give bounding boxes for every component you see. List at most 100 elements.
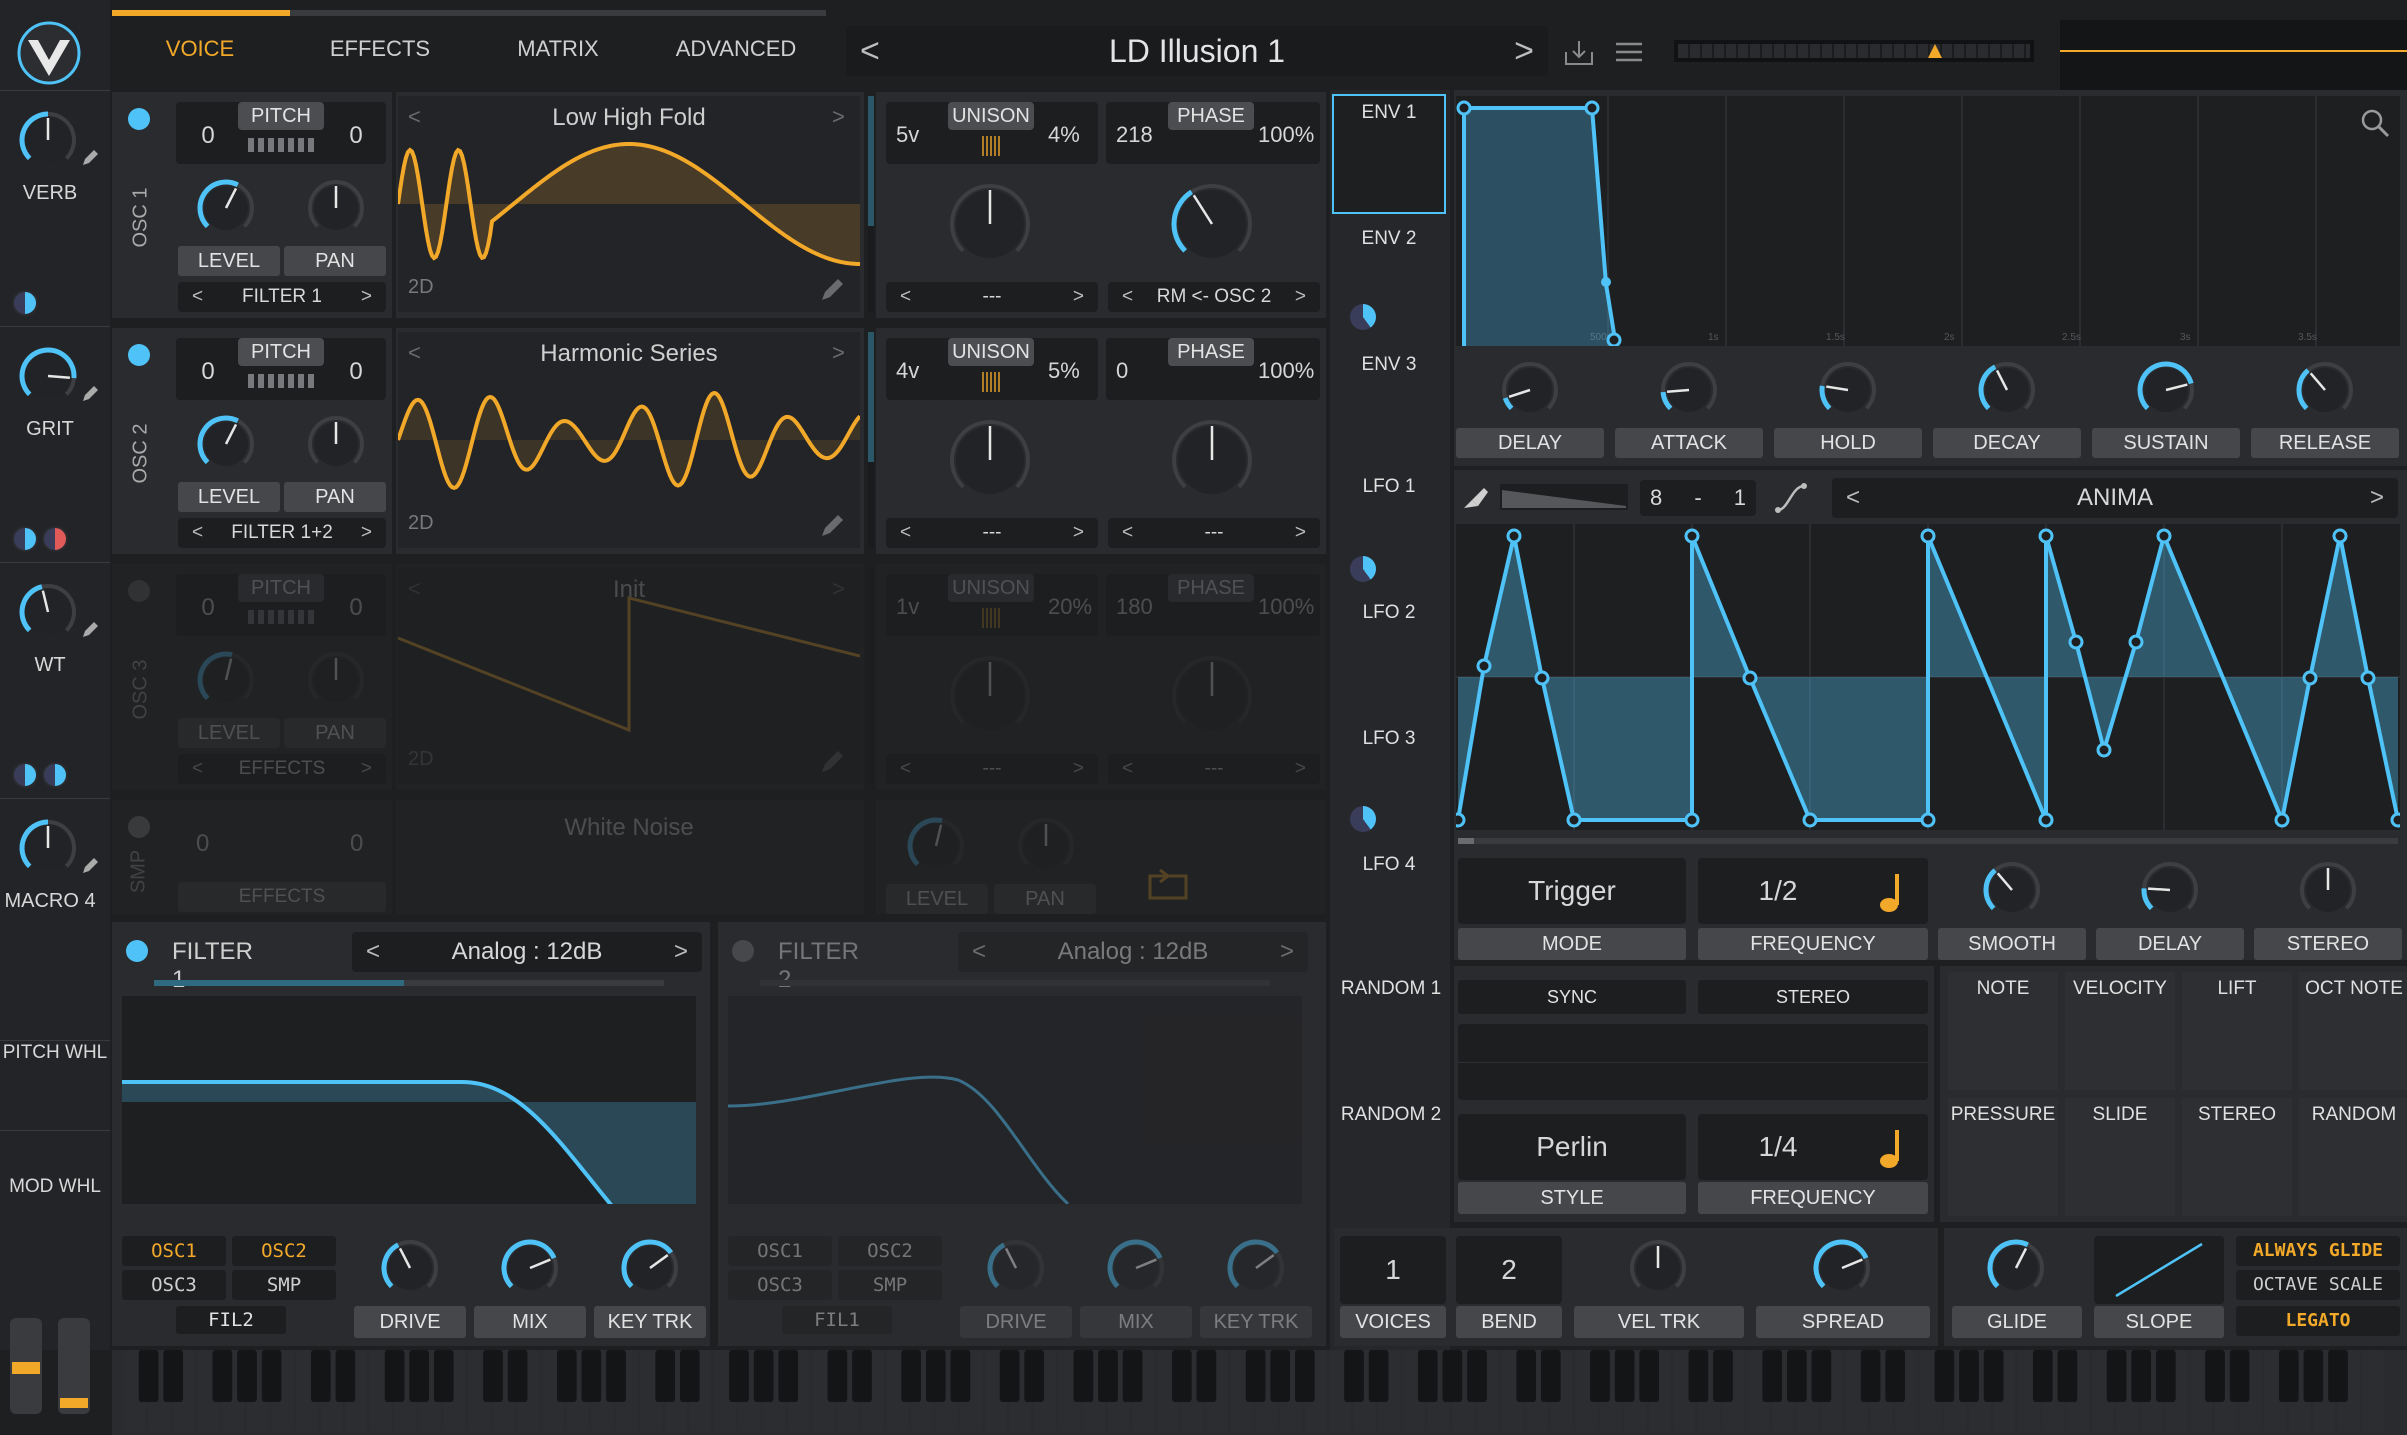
tab-voice[interactable]: VOICE xyxy=(110,36,290,62)
lfo-grid-y[interactable]: 1 xyxy=(1734,485,1746,511)
osc2-pan-label[interactable]: PAN xyxy=(284,482,386,512)
osc3-unison-detune-knob[interactable] xyxy=(946,652,1034,740)
vel-track-label[interactable]: VEL TRK xyxy=(1574,1306,1744,1338)
osc3-tune-value[interactable]: 0 xyxy=(338,594,374,622)
next-arrow[interactable]: > xyxy=(361,758,372,780)
filter1-keytrk-knob[interactable] xyxy=(618,1236,682,1300)
lfo-shape-selector[interactable]: < ANIMA > xyxy=(1832,478,2398,518)
filter1-keytrk-label[interactable]: KEY TRK xyxy=(594,1306,706,1338)
osc2-unison-detune-knob[interactable] xyxy=(946,416,1034,504)
filter1-response-display[interactable] xyxy=(122,996,696,1204)
smp-sample-name[interactable]: White Noise xyxy=(398,814,860,842)
filter1-source-osc1[interactable]: OSC1 xyxy=(122,1236,226,1266)
filter2-keytrk-knob[interactable] xyxy=(1224,1236,1288,1300)
spread-label[interactable]: SPREAD xyxy=(1756,1306,1930,1338)
osc2-distortion-selector[interactable]: < --- > xyxy=(1108,518,1320,548)
env-release-knob[interactable] xyxy=(2293,358,2357,422)
random-style-display[interactable]: Perlin xyxy=(1458,1114,1686,1180)
osc1-phase-knob[interactable] xyxy=(1168,180,1256,268)
filter1-drive-knob[interactable] xyxy=(378,1236,442,1300)
env-attack-label[interactable]: ATTACK xyxy=(1615,428,1763,458)
osc1-unison-detune-knob[interactable] xyxy=(946,180,1034,268)
osc2-unison-detune[interactable]: 5% xyxy=(1048,358,1080,384)
edit-pencil-icon[interactable] xyxy=(80,148,100,168)
osc2-phase-value[interactable]: 0 xyxy=(1116,358,1128,384)
lfo-smooth-label[interactable]: SMOOTH xyxy=(1938,928,2086,960)
smp-level-label[interactable]: LEVEL xyxy=(886,884,988,914)
smp-power-toggle[interactable] xyxy=(128,816,150,838)
tab-effects[interactable]: EFFECTS xyxy=(290,36,470,62)
osc1-unison-voices[interactable]: 5v xyxy=(896,122,919,148)
filter2-mix-knob[interactable] xyxy=(1104,1236,1168,1300)
env-delay-knob[interactable] xyxy=(1498,358,1562,422)
osc1-transpose-value[interactable]: 0 xyxy=(190,122,226,150)
filter1-mix-label[interactable]: MIX xyxy=(474,1306,586,1338)
prev-arrow[interactable]: < xyxy=(1122,286,1133,308)
prev-arrow[interactable]: < xyxy=(366,938,380,966)
osc2-level-label[interactable]: LEVEL xyxy=(178,482,280,512)
smp-pan-label[interactable]: PAN xyxy=(994,884,1096,914)
prev-arrow[interactable]: < xyxy=(192,522,203,544)
lfo-frequency-display[interactable]: 1/2 xyxy=(1698,858,1928,924)
filter1-source-osc2[interactable]: OSC2 xyxy=(232,1236,336,1266)
env-decay-knob[interactable] xyxy=(1975,358,2039,422)
smp-level-knob[interactable] xyxy=(904,814,968,878)
keyboard[interactable] xyxy=(112,1350,2407,1435)
osc2-unison-stack-selector[interactable]: < --- > xyxy=(886,518,1098,548)
lfo-delay-knob[interactable] xyxy=(2138,858,2202,922)
env-sustain-knob[interactable] xyxy=(2134,358,2198,422)
lfo-grid-x[interactable]: 8 xyxy=(1650,485,1662,511)
macro-knob-3[interactable] xyxy=(16,580,80,644)
zoom-icon[interactable] xyxy=(2360,108,2390,138)
osc2-unison-voices[interactable]: 4v xyxy=(896,358,919,384)
osc3-wavetable-display[interactable]: Init < >2D xyxy=(398,568,860,784)
next-arrow[interactable]: > xyxy=(1295,522,1306,544)
osc1-power-toggle[interactable] xyxy=(128,108,150,130)
osc3-distortion-selector[interactable]: < --- > xyxy=(1108,754,1320,784)
voices-display[interactable]: 1 xyxy=(1340,1236,1446,1304)
osc2-destination-selector[interactable]: < FILTER 1+2 > xyxy=(178,518,386,548)
lfo-shape-prev[interactable]: < xyxy=(1846,484,1860,512)
modulation-indicator-icon[interactable] xyxy=(1350,304,1376,330)
legato-toggle[interactable]: LEGATO xyxy=(2236,1306,2400,1336)
env-delay-label[interactable]: DELAY xyxy=(1456,428,1604,458)
osc2-phase-knob[interactable] xyxy=(1168,416,1256,504)
spread-knob[interactable] xyxy=(1810,1236,1874,1300)
next-arrow[interactable]: > xyxy=(1073,286,1084,308)
filter2-source-osc3[interactable]: OSC3 xyxy=(728,1270,832,1300)
macro-knob-2[interactable] xyxy=(16,344,80,408)
osc3-pan-knob[interactable] xyxy=(304,648,368,712)
preset-next-button[interactable]: > xyxy=(1514,32,1534,71)
vel-track-knob[interactable] xyxy=(1626,1236,1690,1300)
next-arrow[interactable]: > xyxy=(674,938,688,966)
bend-label[interactable]: BEND xyxy=(1456,1306,1562,1338)
filter2-drive-label[interactable]: DRIVE xyxy=(960,1306,1072,1338)
osc2-phase-random[interactable]: 100% xyxy=(1258,358,1314,384)
always-glide-toggle[interactable]: ALWAYS GLIDE xyxy=(2236,1236,2400,1266)
next-arrow[interactable]: > xyxy=(1295,286,1306,308)
macro-knob-1[interactable] xyxy=(16,108,80,172)
slope-label[interactable]: SLOPE xyxy=(2094,1306,2224,1338)
lfo-shape-next[interactable]: > xyxy=(2370,484,2384,512)
smp-transpose-value[interactable]: 0 xyxy=(196,830,209,858)
next-arrow[interactable]: > xyxy=(1295,758,1306,780)
filter1-source-smp[interactable]: SMP xyxy=(232,1270,336,1300)
osc3-transpose-value[interactable]: 0 xyxy=(190,594,226,622)
osc1-destination-selector[interactable]: < FILTER 1 > xyxy=(178,282,386,312)
modulation-indicator-icon[interactable] xyxy=(12,290,38,316)
random-style-label[interactable]: STYLE xyxy=(1458,1182,1686,1214)
smooth-slider[interactable] xyxy=(1500,484,1628,510)
preset-selector[interactable]: < LD Illusion 1 > xyxy=(846,26,1548,76)
glide-label[interactable]: GLIDE xyxy=(1952,1306,2082,1338)
osc3-unison-voices[interactable]: 1v xyxy=(896,594,919,620)
preset-prev-button[interactable]: < xyxy=(860,32,880,71)
modulation-indicator-icon[interactable] xyxy=(1350,806,1376,832)
menu-icon[interactable] xyxy=(1614,40,1644,64)
lfo-editor[interactable] xyxy=(1456,524,2400,830)
osc3-destination-selector[interactable]: < EFFECTS > xyxy=(178,754,386,784)
osc2-pan-knob[interactable] xyxy=(304,412,368,476)
random-stereo-button[interactable]: STEREO xyxy=(1698,980,1928,1014)
osc1-pan-label[interactable]: PAN xyxy=(284,246,386,276)
voices-label[interactable]: VOICES xyxy=(1340,1306,1446,1338)
osc2-transpose-value[interactable]: 0 xyxy=(190,358,226,386)
